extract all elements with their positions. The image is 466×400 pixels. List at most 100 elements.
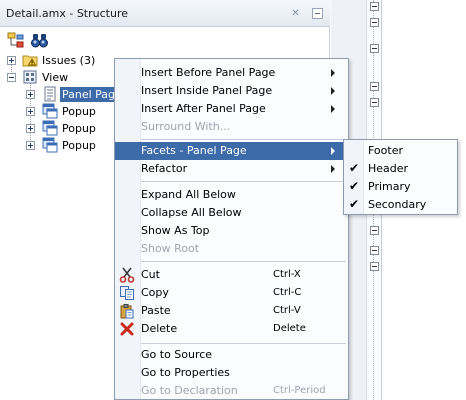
paste-icon bbox=[119, 303, 135, 319]
menu-item-refactor[interactable]: Refactor bbox=[115, 160, 348, 178]
menu-item-label: Show As Top bbox=[141, 224, 210, 237]
fold-collapse-icon[interactable] bbox=[370, 98, 379, 107]
fold-collapse-icon[interactable] bbox=[370, 262, 379, 271]
menu-item-label: Go to Source bbox=[141, 348, 213, 361]
menu-item-accelerator: Delete bbox=[273, 323, 306, 334]
menu-item-show-as-top[interactable]: Show As Top bbox=[115, 222, 348, 240]
submenu-item-footer[interactable]: Footer bbox=[344, 142, 457, 160]
context-menu: Insert Before Panel Page Insert Inside P… bbox=[114, 58, 349, 400]
menu-item-cut[interactable]: Cut Ctrl-X bbox=[115, 266, 348, 284]
tree-item-popup[interactable]: Popup bbox=[0, 137, 120, 154]
panel-header: Detail.amx - Structure ✕ bbox=[0, 0, 330, 27]
menu-item-expand-all-below[interactable]: Expand All Below bbox=[115, 186, 348, 204]
menu-item-label: Surround With... bbox=[141, 120, 231, 133]
menu-item-accelerator: Ctrl-V bbox=[273, 305, 301, 316]
collapse-icon[interactable] bbox=[7, 73, 16, 82]
menu-item-label: Refactor bbox=[141, 162, 188, 175]
expand-icon[interactable] bbox=[26, 124, 35, 133]
folder-warning-icon bbox=[22, 52, 38, 68]
checkmark-icon: ✔ bbox=[348, 179, 360, 193]
menu-item-go-to-properties[interactable]: Go to Properties bbox=[115, 364, 348, 382]
tree-item-label: Popup bbox=[62, 105, 96, 118]
menu-item-copy[interactable]: Copy Ctrl-C bbox=[115, 284, 348, 302]
menu-item-surround-with[interactable]: Surround With... bbox=[115, 118, 348, 136]
panel-title: Detail.amx - Structure bbox=[6, 7, 128, 20]
menu-item-insert-before[interactable]: Insert Before Panel Page bbox=[115, 64, 348, 82]
submenu-arrow-icon bbox=[331, 147, 335, 155]
fold-collapse-icon[interactable] bbox=[370, 226, 379, 235]
menu-item-insert-inside[interactable]: Insert Inside Panel Page bbox=[115, 82, 348, 100]
menu-item-go-to-source[interactable]: Go to Source bbox=[115, 346, 348, 364]
popup-icon bbox=[42, 137, 58, 153]
tree-item-issues[interactable]: Issues (3) bbox=[0, 52, 120, 69]
close-icon[interactable]: ✕ bbox=[290, 8, 301, 19]
checkmark-icon: ✔ bbox=[348, 197, 360, 211]
menu-separator bbox=[141, 261, 346, 262]
menu-item-collapse-all-below[interactable]: Collapse All Below bbox=[115, 204, 348, 222]
minimize-icon[interactable] bbox=[312, 8, 323, 19]
menu-item-label: Insert Before Panel Page bbox=[141, 66, 276, 79]
tree-item-view[interactable]: View bbox=[0, 69, 120, 86]
menu-separator bbox=[141, 343, 346, 344]
menu-item-label: Show Root bbox=[141, 242, 200, 255]
expand-icon[interactable] bbox=[26, 90, 35, 99]
structure-tree-icon[interactable] bbox=[6, 31, 26, 49]
menu-item-show-root[interactable]: Show Root bbox=[115, 240, 348, 258]
tree-item-panel-page[interactable]: Panel Page bbox=[0, 86, 124, 103]
menu-item-label: Insert Inside Panel Page bbox=[141, 84, 273, 97]
submenu-arrow-icon bbox=[331, 87, 335, 95]
menu-item-facets[interactable]: Facets - Panel Page bbox=[115, 142, 348, 160]
menu-item-label: Secondary bbox=[368, 198, 427, 211]
menu-item-label: Header bbox=[368, 162, 409, 175]
submenu-item-primary[interactable]: ✔ Primary bbox=[344, 178, 457, 196]
menu-item-delete[interactable]: Delete Delete bbox=[115, 320, 348, 338]
menu-item-accelerator: Ctrl-C bbox=[273, 287, 302, 298]
facets-submenu: Footer ✔ Header ✔ Primary ✔ Secondary bbox=[343, 139, 458, 215]
fold-collapse-icon[interactable] bbox=[370, 2, 379, 11]
view-grid-icon bbox=[22, 69, 38, 85]
menu-item-label: Cut bbox=[141, 268, 160, 281]
panel-page-icon bbox=[42, 86, 58, 102]
menu-separator bbox=[141, 139, 346, 140]
expand-icon[interactable] bbox=[7, 56, 16, 65]
menu-item-label: Go to Properties bbox=[141, 366, 230, 379]
menu-item-label: Delete bbox=[141, 322, 178, 335]
menu-separator bbox=[141, 181, 346, 182]
fold-collapse-icon[interactable] bbox=[370, 82, 379, 91]
menu-item-accelerator: Ctrl-Period bbox=[273, 385, 326, 396]
copy-icon bbox=[119, 285, 135, 301]
tree-item-label: Issues (3) bbox=[42, 54, 96, 67]
menu-item-label: Primary bbox=[368, 180, 411, 193]
panel-toolbar bbox=[0, 28, 330, 52]
submenu-arrow-icon bbox=[331, 165, 335, 173]
tree-item-popup[interactable]: Popup bbox=[0, 120, 120, 137]
menu-item-accelerator: Ctrl-X bbox=[273, 269, 301, 280]
submenu-item-header[interactable]: ✔ Header bbox=[344, 160, 457, 178]
tree-item-popup[interactable]: Popup bbox=[0, 103, 120, 120]
menu-item-label: Expand All Below bbox=[141, 188, 236, 201]
menu-item-label: Collapse All Below bbox=[141, 206, 242, 219]
menu-item-label: Footer bbox=[368, 144, 403, 157]
binoculars-find-icon[interactable] bbox=[30, 31, 50, 49]
fold-collapse-icon[interactable] bbox=[370, 18, 379, 27]
popup-icon bbox=[42, 103, 58, 119]
delete-x-icon bbox=[119, 321, 135, 337]
submenu-arrow-icon bbox=[331, 69, 335, 77]
popup-icon bbox=[42, 120, 58, 136]
menu-item-insert-after[interactable]: Insert After Panel Page bbox=[115, 100, 348, 118]
tree-item-label: Popup bbox=[62, 122, 96, 135]
menu-item-go-to-declaration[interactable]: Go to Declaration Ctrl-Period bbox=[115, 382, 348, 400]
tree-item-label: Popup bbox=[62, 139, 96, 152]
expand-icon[interactable] bbox=[26, 141, 35, 150]
tree-item-label: View bbox=[42, 71, 69, 84]
submenu-item-secondary[interactable]: ✔ Secondary bbox=[344, 196, 457, 214]
menu-item-label: Paste bbox=[141, 304, 171, 317]
submenu-arrow-icon bbox=[331, 105, 335, 113]
menu-item-label: Copy bbox=[141, 286, 169, 299]
menu-item-paste[interactable]: Paste Ctrl-V bbox=[115, 302, 348, 320]
fold-collapse-icon[interactable] bbox=[370, 44, 379, 53]
fold-collapse-icon[interactable] bbox=[370, 246, 379, 255]
menu-item-label: Go to Declaration bbox=[141, 384, 238, 397]
expand-icon[interactable] bbox=[26, 107, 35, 116]
menu-item-label: Facets - Panel Page bbox=[141, 144, 247, 157]
